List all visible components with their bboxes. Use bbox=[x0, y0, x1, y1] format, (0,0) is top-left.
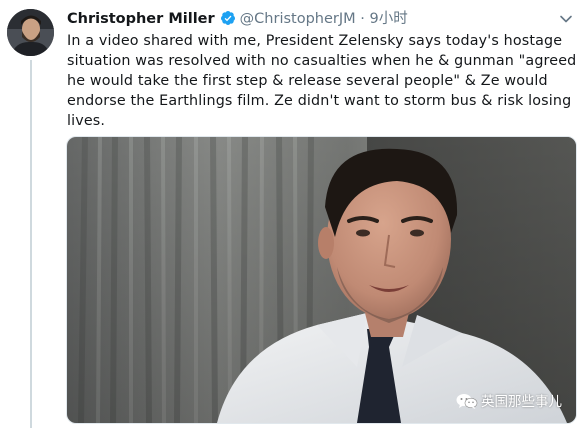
thread-line bbox=[30, 60, 32, 428]
avatar-image bbox=[7, 9, 54, 56]
wechat-icon bbox=[456, 394, 478, 409]
tweet: Christopher Miller @ChristopherJM · 9小时 … bbox=[0, 0, 587, 428]
tweet-timestamp[interactable]: 9小时 bbox=[369, 11, 407, 27]
watermark-text: 英国那些事儿 bbox=[481, 394, 562, 410]
author-name[interactable]: Christopher Miller bbox=[67, 11, 215, 27]
video-frame bbox=[67, 137, 576, 423]
author-handle[interactable]: @ChristopherJM bbox=[240, 11, 356, 27]
avatar[interactable] bbox=[7, 9, 54, 56]
watermark: 英国那些事儿 bbox=[456, 391, 562, 413]
tweet-header: Christopher Miller @ChristopherJM · 9小时 bbox=[67, 9, 408, 29]
chevron-down-icon[interactable] bbox=[559, 12, 573, 26]
separator-dot: · bbox=[360, 11, 365, 27]
verified-badge-icon bbox=[220, 11, 235, 25]
tweet-text: In a video shared with me, President Zel… bbox=[67, 33, 577, 129]
tweet-video[interactable] bbox=[66, 136, 577, 424]
